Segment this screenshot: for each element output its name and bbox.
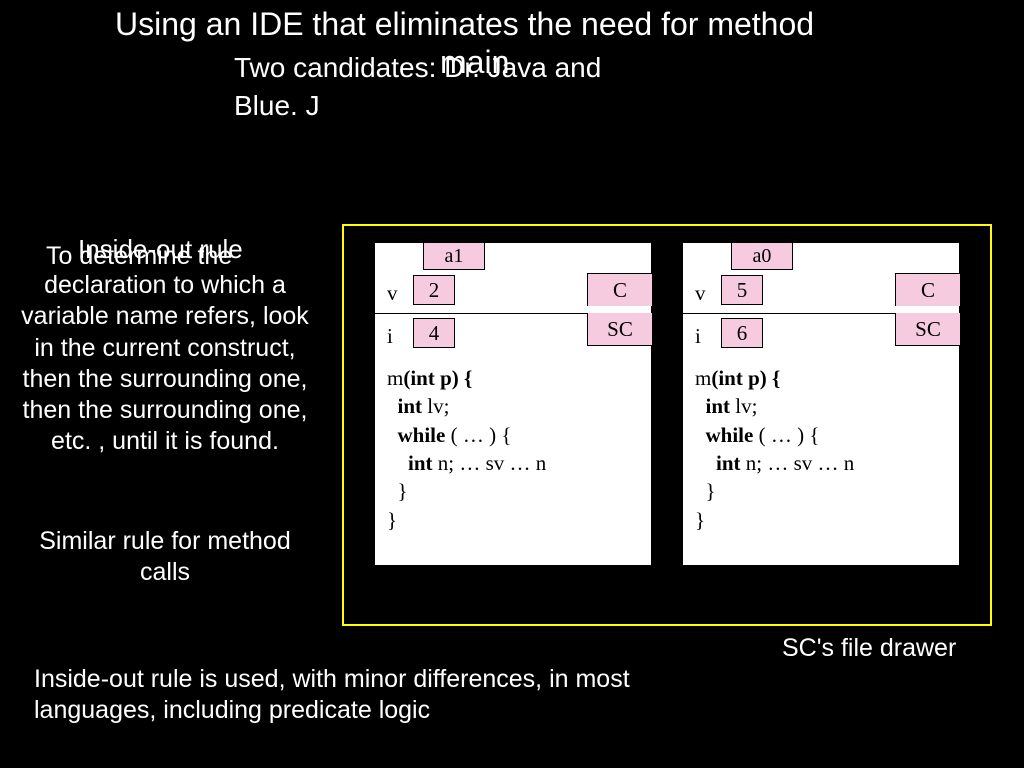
diagram-frame: a1 v 2 C i 4 SC m(int p) { int lv; while… [342, 224, 992, 626]
object-a0-v-label: v [695, 281, 706, 306]
object-a0-class-tag: C [895, 273, 960, 306]
object-a1-i-value: 4 [413, 318, 455, 348]
object-a0-class-row: v 5 C [683, 243, 959, 314]
object-a0-code: m(int p) { int lv; while ( … ) { int n; … [695, 364, 947, 534]
sv-label: sv [518, 584, 542, 612]
object-a1-code: m(int p) { int lv; while ( … ) { int n; … [387, 364, 639, 534]
object-a1-class-tag: C [587, 273, 652, 306]
object-a0-sc-tag: SC [895, 313, 960, 346]
rule-similar: Similar rule for method calls [20, 526, 310, 589]
object-a1-class-row: v 2 C [375, 243, 651, 314]
object-a0-i-label: i [695, 324, 701, 349]
title-line-2: Two candidates: Dr. Java and [234, 52, 601, 84]
rule-overlap-text: To determine the [46, 242, 232, 271]
object-a0-i-value: 6 [721, 318, 763, 348]
object-a0-v-value: 5 [721, 275, 763, 305]
title-line-3: Blue. J [234, 90, 320, 122]
code-a1-sig-param: (int p) { [403, 366, 472, 390]
object-a0: a0 v 5 C i 6 SC m(int p) { int lv; while… [682, 242, 960, 566]
code-a1-sig-m: m [387, 366, 403, 390]
code-a0-sig-m: m [695, 366, 711, 390]
code-a0-sig-param: (int p) { [711, 366, 780, 390]
m-label: m() { . . . } [780, 584, 885, 612]
object-a1-v-value: 2 [413, 275, 455, 305]
title-line-1: Using an IDE that eliminates the need fo… [115, 6, 814, 43]
file-drawer-caption: SC's file drawer [782, 634, 956, 663]
rule-body: declaration to which a variable name ref… [20, 270, 310, 458]
object-a1: a1 v 2 C i 4 SC m(int p) { int lv; while… [374, 242, 652, 566]
object-a0-sc-section: i 6 SC m(int p) { int lv; while ( … ) { … [683, 314, 959, 540]
object-a1-sc-tag: SC [587, 313, 652, 346]
object-a1-i-label: i [387, 324, 393, 349]
object-a1-sc-section: i 4 SC m(int p) { int lv; while ( … ) { … [375, 314, 651, 540]
bottom-note: Inside-out rule is used, with minor diff… [34, 664, 654, 727]
object-a1-v-label: v [387, 281, 398, 306]
slide: Using an IDE that eliminates the need fo… [0, 0, 1024, 768]
